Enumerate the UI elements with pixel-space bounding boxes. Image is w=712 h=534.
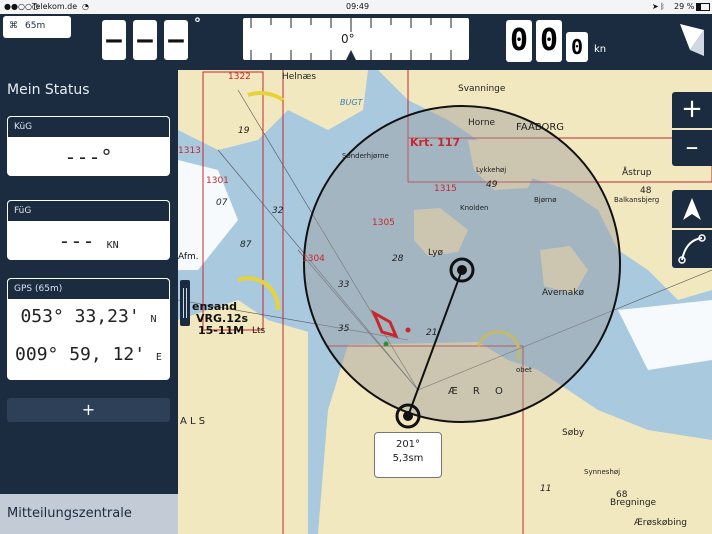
carrier-name: Telekom.de	[32, 2, 78, 11]
depth-49: 49	[486, 180, 498, 190]
course-digit-3: –	[164, 20, 188, 60]
clock: 09:49	[346, 2, 370, 11]
satellite-icon: ⌘	[9, 21, 18, 31]
place-balkansbjerg: Balkansbjerg	[614, 196, 660, 204]
light-number-1304: 1304	[302, 254, 325, 264]
fug-unit: KN	[106, 240, 119, 251]
depth-21: 21	[426, 328, 438, 338]
notification-center-label: Mitteilungszentrale	[7, 506, 132, 521]
compass-tape[interactable]: 0°	[243, 18, 469, 60]
place-soby: Søby	[562, 428, 585, 438]
menu-sail-icon[interactable]	[676, 20, 706, 60]
gps-label: GPS (65m)	[7, 278, 170, 299]
location-icon: ➤	[652, 2, 659, 11]
compass-heading: 0°	[341, 32, 355, 46]
route-measure-button[interactable]	[672, 230, 712, 268]
light-number-1313: 1313	[178, 146, 201, 156]
kug-value: ---°	[64, 145, 113, 169]
bluetooth-icon: ᛒ	[660, 2, 665, 11]
wifi-icon: ◔	[82, 2, 89, 11]
depth-19: 19	[238, 126, 250, 136]
depth-68: 68	[616, 490, 628, 500]
zoom-out-button[interactable]: –	[672, 130, 712, 166]
course-degree-symbol: °	[194, 16, 201, 32]
light-number-1305: 1305	[372, 218, 395, 228]
light-number-1322: 1322	[228, 72, 251, 82]
nautical-chart[interactable]: Helnæs Svanninge Horne FAABORG Krt. 117 …	[178, 70, 712, 534]
depth-11: 11	[540, 484, 552, 494]
ios-status-bar: ●●○○○ Telekom.de ◔ 09:49 ➤ ᛒ 29 %	[0, 0, 712, 14]
add-widget-button[interactable]: +	[7, 398, 170, 422]
status-sidebar: Mein Status KüG ---° FüG --- KN GPS (65m…	[0, 70, 178, 534]
depth-07: 07	[216, 198, 228, 208]
distance-value: 5,3sm	[392, 453, 424, 464]
north-up-button[interactable]	[672, 190, 712, 228]
place-svanninge: Svanninge	[458, 84, 506, 94]
kug-card[interactable]: KüG ---°	[7, 116, 170, 176]
course-digit-2: –	[133, 20, 157, 60]
place-horne: Horne	[468, 118, 496, 128]
depth-48: 48	[640, 186, 652, 196]
depth-28: 28	[392, 254, 404, 264]
place-aero: Æ R O	[448, 386, 509, 397]
depth-87: 87	[240, 240, 252, 250]
place-bjorno: Bjørnø	[534, 196, 557, 204]
place-avernako: Avernakø	[542, 288, 584, 298]
gps-accuracy-label: 65m	[25, 21, 46, 31]
light-afm: Afm.	[178, 252, 199, 262]
place-synneshoj: Synneshøj	[584, 468, 621, 476]
speed-digit-1: 0	[506, 20, 532, 62]
kug-label: KüG	[7, 116, 170, 137]
battery-percent: 29 %	[674, 2, 695, 11]
speed-digit-3: 0	[566, 32, 588, 62]
zoom-in-button[interactable]: +	[672, 92, 712, 128]
fug-value: ---	[58, 229, 95, 253]
gps-longitude: 009° 59, 12'	[15, 344, 146, 365]
battery-icon	[696, 3, 710, 11]
place-kobet: obet	[516, 366, 532, 374]
place-aeroskobing: Ærøskøbing	[634, 518, 688, 528]
light-number-1315: 1315	[434, 184, 457, 194]
place-sonderhjorne: Sønderhjørne	[342, 152, 389, 160]
place-lykkehoj: Lykkehøj	[476, 166, 507, 174]
fug-card[interactable]: FüG --- KN	[7, 200, 170, 260]
depth-33: 33	[338, 280, 350, 290]
distance-bearing-label[interactable]: 201° 5,3sm	[374, 432, 442, 478]
sidebar-title: Mein Status	[7, 82, 90, 98]
depth-32: 32	[272, 206, 284, 216]
speed-unit: kn	[594, 44, 607, 55]
navigation-arrow-icon	[683, 198, 701, 220]
place-bugt: BUGT	[340, 98, 363, 107]
sidebar-collapse-handle[interactable]	[180, 280, 190, 326]
depth-35: 35	[338, 324, 350, 334]
place-helnaes: Helnæs	[282, 72, 317, 82]
light-number-1301: 1301	[206, 176, 229, 186]
compass-ticks	[250, 18, 452, 60]
gps-lat-dir: N	[150, 314, 157, 325]
place-als: A L S	[180, 416, 206, 427]
place-lyo: Lyø	[428, 248, 444, 258]
bearing-value: 201°	[395, 439, 421, 450]
chart-reference: Krt. 117	[410, 136, 461, 149]
speed-digit-2: 0	[536, 20, 562, 62]
gps-latitude: 053° 33,23'	[20, 306, 140, 327]
notification-center-bar[interactable]: Mitteilungszentrale	[0, 494, 178, 534]
gps-lon-dir: E	[155, 352, 162, 363]
route-arc-icon	[678, 234, 706, 264]
top-instrument-bar: ⌘ 65m – – – ° 0° 0 0 0 kn	[0, 14, 712, 70]
course-digit-1: –	[102, 20, 126, 60]
place-knolden: Knolden	[460, 204, 489, 212]
gps-accuracy-button[interactable]: ⌘ 65m	[3, 16, 71, 38]
light-range: 15-11M	[198, 324, 245, 337]
place-astrup: Åstrup	[622, 168, 652, 178]
speed-display: 0 0 0	[506, 20, 594, 62]
place-faaborg: FAABORG	[516, 122, 565, 133]
light-lts: Lts	[252, 326, 266, 336]
fug-label: FüG	[7, 200, 170, 221]
gps-card[interactable]: GPS (65m) 053° 33,23' N 009° 59, 12' E	[7, 278, 170, 380]
